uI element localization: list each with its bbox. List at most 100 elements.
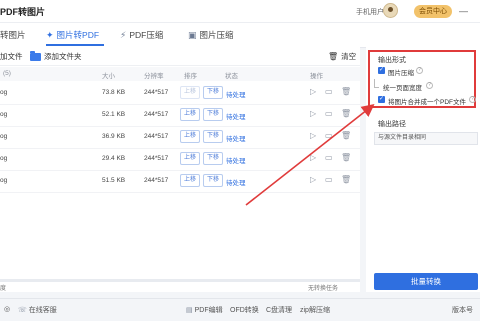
file-name: og bbox=[0, 111, 8, 118]
minimize-icon[interactable]: — bbox=[459, 6, 468, 16]
table-row[interactable]: og 29.4 KB 244*517 上移 下移 待处理 ▷ ▭ 🗑 bbox=[0, 148, 360, 171]
folder-open-icon[interactable]: ▭ bbox=[325, 153, 333, 162]
add-file-label: 加文件 bbox=[0, 52, 23, 61]
output-path-select[interactable]: 与源文件目录相同 bbox=[374, 132, 478, 145]
pdf-edit-icon: ▤ bbox=[186, 307, 193, 314]
zip-link[interactable]: zip解压缩 bbox=[300, 305, 330, 315]
folder-open-icon[interactable]: ▭ bbox=[325, 131, 333, 140]
move-down-button[interactable]: 下移 bbox=[203, 130, 224, 143]
status-badge: 待处理 bbox=[226, 114, 246, 121]
tab-bar: 转图片 ✦ 图片转PDF ⚡ PDF压缩 ▣ 图片压缩 bbox=[0, 22, 480, 48]
progress-status: 无转换任务 bbox=[308, 286, 339, 292]
pdf-icon: ✦ bbox=[46, 30, 54, 40]
status-badge: 待处理 bbox=[226, 92, 246, 99]
tree-connector bbox=[374, 79, 379, 88]
bottom-bar: ◎ ☏ 在线客服 ▤ PDF编辑 OFD转换 C盘清理 zip解压缩 版本号 bbox=[0, 298, 480, 321]
add-folder-label: 添加文件夹 bbox=[44, 52, 82, 61]
file-list-panel: 加文件 添加文件夹 🗑 清空 (5) 大小 分辨率 排序 状态 操作 og 73.… bbox=[0, 47, 360, 292]
move-up-button[interactable]: 上移 bbox=[180, 174, 201, 187]
file-toolbar: 加文件 添加文件夹 🗑 清空 bbox=[0, 47, 360, 66]
delete-icon[interactable]: 🗑 bbox=[341, 131, 351, 140]
compress-label: 图片压缩 bbox=[388, 70, 414, 77]
clear-button[interactable]: 🗑 清空 bbox=[328, 51, 356, 62]
disk-clean-link[interactable]: C盘清理 bbox=[266, 305, 292, 315]
tab-image-to-pdf[interactable]: ✦ 图片转PDF bbox=[46, 29, 99, 41]
file-resolution: 244*517 bbox=[144, 177, 169, 184]
clear-label: 清空 bbox=[341, 52, 357, 61]
file-resolution: 244*517 bbox=[144, 133, 169, 140]
help-icon[interactable]: ? bbox=[426, 82, 433, 89]
play-icon[interactable]: ▷ bbox=[310, 109, 316, 118]
play-icon[interactable]: ▷ bbox=[310, 175, 316, 184]
active-tab-indicator bbox=[46, 44, 104, 46]
merge-checkbox[interactable]: ✓ bbox=[378, 96, 385, 103]
play-icon[interactable]: ▷ bbox=[310, 131, 316, 140]
avatar[interactable] bbox=[383, 3, 398, 18]
folder-open-icon[interactable]: ▭ bbox=[325, 109, 333, 118]
delete-icon[interactable]: 🗑 bbox=[341, 175, 351, 184]
tab-pdf-to-image[interactable]: 转图片 bbox=[0, 29, 26, 41]
title-bar: PDF转图片 手机用户 会员中心 — bbox=[0, 0, 480, 22]
move-up-button[interactable]: 上移 bbox=[180, 86, 201, 99]
move-up-button[interactable]: 上移 bbox=[180, 108, 201, 121]
file-size: 52.1 KB bbox=[102, 111, 126, 118]
ofd-label: OFD转换 bbox=[230, 307, 259, 314]
add-file-button[interactable]: 加文件 bbox=[0, 51, 23, 62]
play-icon[interactable]: ▷ bbox=[310, 153, 316, 162]
add-folder-button[interactable]: 添加文件夹 bbox=[30, 51, 82, 62]
header-status: 状态 bbox=[225, 73, 238, 80]
file-name: og bbox=[0, 89, 8, 96]
folder-open-icon[interactable]: ▭ bbox=[325, 87, 333, 96]
tab-label: 图片转PDF bbox=[56, 30, 100, 40]
folder-icon bbox=[30, 51, 41, 62]
header-ops: 操作 bbox=[310, 73, 323, 80]
support-link[interactable]: ☏ 在线客服 bbox=[18, 305, 57, 315]
tab-label: 图片压缩 bbox=[199, 30, 234, 40]
file-resolution: 244*517 bbox=[144, 89, 169, 96]
help-icon[interactable]: ? bbox=[416, 67, 423, 74]
move-down-button[interactable]: 下移 bbox=[203, 152, 224, 165]
delete-icon[interactable]: 🗑 bbox=[341, 153, 351, 162]
table-header: (5) 大小 分辨率 排序 状态 操作 bbox=[0, 67, 360, 81]
status-badge: 待处理 bbox=[226, 158, 246, 165]
pdf-edit-link[interactable]: ▤ PDF编辑 bbox=[186, 305, 223, 315]
file-name: og bbox=[0, 133, 8, 140]
play-icon[interactable]: ▷ bbox=[310, 87, 316, 96]
header-size: 大小 bbox=[102, 73, 115, 80]
table-row[interactable]: og 52.1 KB 244*517 上移 下移 待处理 ▷ ▭ 🗑 bbox=[0, 104, 360, 127]
pdf-edit-label: PDF编辑 bbox=[194, 307, 223, 314]
trash-icon: 🗑 bbox=[328, 52, 339, 61]
vip-center-button[interactable]: 会员中心 bbox=[414, 5, 452, 18]
move-down-button[interactable]: 下移 bbox=[203, 174, 224, 187]
tab-label: PDF压缩 bbox=[129, 30, 164, 40]
file-size: 36.9 KB bbox=[102, 133, 126, 140]
file-size: 29.4 KB bbox=[102, 155, 126, 162]
settings-panel: 输出形式 ✓ 图片压缩 ? 统一页面宽度 ? ✓ 将图片合并成一个PDF文件 ?… bbox=[366, 47, 480, 292]
delete-icon[interactable]: 🗑 bbox=[341, 87, 351, 96]
table-row[interactable]: og 36.9 KB 244*517 上移 下移 待处理 ▷ ▭ 🗑 bbox=[0, 126, 360, 149]
home-icon[interactable]: ◎ bbox=[4, 305, 10, 313]
header-resolution: 分辨率 bbox=[144, 73, 164, 80]
batch-convert-button[interactable]: 批量转换 bbox=[374, 273, 478, 290]
compress-checkbox[interactable]: ✓ bbox=[378, 67, 385, 74]
file-name: og bbox=[0, 177, 8, 184]
file-resolution: 244*517 bbox=[144, 155, 169, 162]
zip-label: zip解压缩 bbox=[300, 307, 330, 314]
header-name: (5) bbox=[3, 70, 11, 77]
tab-pdf-compress[interactable]: ⚡ PDF压缩 bbox=[120, 29, 163, 41]
delete-icon[interactable]: 🗑 bbox=[341, 109, 351, 118]
ofd-link[interactable]: OFD转换 bbox=[230, 305, 259, 315]
table-row[interactable]: og 51.5 KB 244*517 上移 下移 待处理 ▷ ▭ 🗑 bbox=[0, 170, 360, 193]
move-up-button[interactable]: 上移 bbox=[180, 130, 201, 143]
move-down-button[interactable]: 下移 bbox=[203, 86, 224, 99]
help-icon[interactable]: ? bbox=[469, 96, 476, 103]
user-label[interactable]: 手机用户 bbox=[356, 7, 384, 17]
table-row[interactable]: og 73.8 KB 244*517 上移 下移 待处理 ▷ ▭ 🗑 bbox=[0, 82, 360, 105]
disk-label: C盘清理 bbox=[266, 307, 293, 314]
move-up-button[interactable]: 上移 bbox=[180, 152, 201, 165]
folder-open-icon[interactable]: ▭ bbox=[325, 175, 333, 184]
compress-icon: ⚡ bbox=[120, 30, 127, 40]
progress-label: 度 bbox=[0, 286, 7, 292]
tab-image-compress[interactable]: ▣ 图片压缩 bbox=[188, 29, 234, 41]
move-down-button[interactable]: 下移 bbox=[203, 108, 224, 121]
